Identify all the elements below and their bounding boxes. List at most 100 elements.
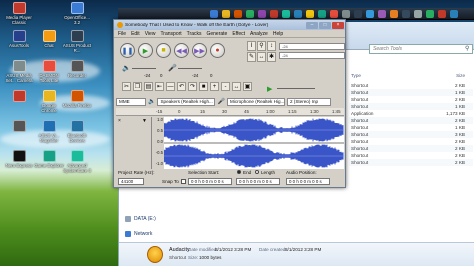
snap-to-checkbox[interactable] xyxy=(181,179,186,184)
zoom-in-button[interactable]: + xyxy=(210,82,219,91)
taskbar-icon[interactable] xyxy=(318,10,326,18)
output-device-select[interactable]: Speakers (Realtek High... xyxy=(157,97,216,106)
taskbar-icon[interactable] xyxy=(222,10,230,18)
input-device-select[interactable]: Microphone (Realtek Hig... xyxy=(226,97,285,106)
file-row[interactable]: Shortcut 2 KB xyxy=(349,159,473,166)
taskbar-icon[interactable] xyxy=(330,10,338,18)
desktop-shortcut[interactable]: DAEMON Tools Lite xyxy=(34,60,64,83)
taskbar-icon[interactable] xyxy=(354,10,362,18)
play-at-speed-icon[interactable]: ▶ xyxy=(267,85,272,93)
title-bar[interactable]: Somebody That I Used to Know - Walk off … xyxy=(114,20,345,30)
file-row[interactable]: Shortcut 1 KB xyxy=(349,124,473,131)
taskbar-icon[interactable] xyxy=(282,10,290,18)
desktop-shortcut[interactable]: Advanced SystemCare 3 xyxy=(62,150,92,173)
file-row[interactable]: Shortcut 2 KB xyxy=(349,117,473,124)
host-select[interactable]: MME xyxy=(116,97,146,106)
desktop-shortcut[interactable]: Media Player Classic xyxy=(4,2,34,25)
sync-lock-button[interactable]: ■ xyxy=(199,82,208,91)
desktop-shortcut[interactable]: ASUS Product R... xyxy=(62,30,92,53)
zoom-tool[interactable]: ⚲ xyxy=(257,41,266,51)
desktop-shortcut[interactable]: Chat xyxy=(34,30,64,48)
taskbar-icon[interactable] xyxy=(234,10,242,18)
length-radio[interactable] xyxy=(255,170,259,174)
skip-start-button[interactable]: ◀◀ xyxy=(174,43,189,58)
menu-view[interactable]: View xyxy=(145,30,156,37)
menu-generate[interactable]: Generate xyxy=(206,30,227,37)
paste-button[interactable]: ▤ xyxy=(144,82,153,91)
file-row[interactable]: Application 1,173 KB xyxy=(349,110,473,117)
selection-tool[interactable]: I xyxy=(247,41,256,51)
timeline-ruler[interactable]: -15 0 15 30 45 1:00 1:15 1:30 1:45 xyxy=(116,108,344,116)
taskbar-icon[interactable] xyxy=(306,10,314,18)
menu-file[interactable]: File xyxy=(118,30,126,37)
taskbar-icon[interactable] xyxy=(402,10,410,18)
desktop-shortcut[interactable]: Mozilla Firefox xyxy=(62,90,92,108)
fit-selection-button[interactable]: ↔ xyxy=(232,82,241,91)
project-rate-select[interactable]: 44100 xyxy=(118,178,144,185)
envelope-tool[interactable]: ↕ xyxy=(267,41,276,51)
taskbar-icon[interactable] xyxy=(342,10,350,18)
file-row[interactable]: Shortcut 2 KB xyxy=(349,152,473,159)
sidebar-item-network[interactable]: Network xyxy=(125,231,152,237)
selection-start-field[interactable]: 0 0 h 0 0 m 0 0 s xyxy=(188,178,232,185)
file-row[interactable]: Shortcut 2 KB xyxy=(349,82,473,89)
desktop-shortcut[interactable]: OpenOffice... 3.2 xyxy=(62,2,92,25)
file-row[interactable]: Shortcut 2 KB xyxy=(349,96,473,103)
record-button[interactable]: ● xyxy=(210,43,225,58)
fit-project-button[interactable]: ▣ xyxy=(243,82,252,91)
column-size[interactable]: Size xyxy=(411,73,469,81)
undo-button[interactable]: ↶ xyxy=(177,82,186,91)
skip-end-button[interactable]: ▶▶ xyxy=(192,43,207,58)
desktop-shortcut[interactable]: ASUS Media Set... Camera xyxy=(4,60,34,83)
menu-analyze[interactable]: Analyze xyxy=(250,30,268,37)
menu-tracks[interactable]: Tracks xyxy=(187,30,202,37)
file-row[interactable]: Shortcut 2 KB xyxy=(349,138,473,145)
desktop-shortcut[interactable] xyxy=(4,120,34,133)
waveform[interactable] xyxy=(164,117,344,169)
file-row[interactable]: Shortcut 3 KB xyxy=(349,131,473,138)
taskbar-icon[interactable] xyxy=(414,10,422,18)
menu-effect[interactable]: Effect xyxy=(232,30,245,37)
search-input[interactable]: Search Tools xyxy=(369,44,473,54)
taskbar-icon[interactable] xyxy=(426,10,434,18)
taskbar-icon[interactable] xyxy=(258,10,266,18)
menu-edit[interactable]: Edit xyxy=(131,30,140,37)
track-menu-arrow-icon[interactable]: ▼ xyxy=(142,118,147,124)
zoom-out-button[interactable]: - xyxy=(221,82,230,91)
pause-button[interactable]: ❚❚ xyxy=(120,43,135,58)
desktop-shortcut[interactable]: Bluetooth Devices xyxy=(62,120,92,143)
speed-slider[interactable] xyxy=(277,88,315,89)
silence-button[interactable]: — xyxy=(166,82,175,91)
playback-meter[interactable]: -24 xyxy=(279,43,345,50)
desktop-shortcut[interactable]: Recorder xyxy=(62,60,92,78)
selection-end-field[interactable]: 0 0 h 0 0 m 0 0 s xyxy=(236,178,280,185)
sidebar-item-data-drive[interactable]: DATA (E:) xyxy=(125,216,156,222)
taskbar-icon[interactable] xyxy=(246,10,254,18)
menu-help[interactable]: Help xyxy=(273,30,283,37)
cut-button[interactable]: ✂ xyxy=(122,82,131,91)
redo-button[interactable]: ↷ xyxy=(188,82,197,91)
taskbar-icon[interactable] xyxy=(270,10,278,18)
file-row[interactable]: Shortcut 1 KB xyxy=(349,103,473,110)
record-meter[interactable]: -24 xyxy=(279,52,345,59)
desktop-shortcut[interactable] xyxy=(4,90,34,103)
multi-tool[interactable]: ✱ xyxy=(267,52,276,62)
desktop-shortcut[interactable]: Nero Express xyxy=(4,150,34,168)
end-radio[interactable] xyxy=(237,170,241,174)
taskbar-icon[interactable] xyxy=(210,10,218,18)
desktop-shortcut[interactable]: Game Explorer xyxy=(34,150,64,168)
stop-button[interactable]: ■ xyxy=(156,43,171,58)
record-volume-slider[interactable] xyxy=(178,68,202,69)
close-button[interactable]: × xyxy=(332,21,344,29)
file-row[interactable]: Shortcut 1 KB xyxy=(349,89,473,96)
draw-tool[interactable]: ✎ xyxy=(247,52,256,62)
taskbar-icon[interactable] xyxy=(390,10,398,18)
desktop-shortcut[interactable]: Google Chrome xyxy=(34,90,64,113)
column-type[interactable]: Type xyxy=(349,73,411,81)
file-row[interactable]: Shortcut 2 KB xyxy=(349,145,473,152)
taskbar-icon[interactable] xyxy=(378,10,386,18)
search-icon[interactable]: ⚲ xyxy=(465,45,469,52)
audio-position-field[interactable]: 0 0 h 0 0 m 0 0 s xyxy=(286,178,330,185)
copy-button[interactable]: ❐ xyxy=(133,82,142,91)
taskbar-icon[interactable] xyxy=(294,10,302,18)
